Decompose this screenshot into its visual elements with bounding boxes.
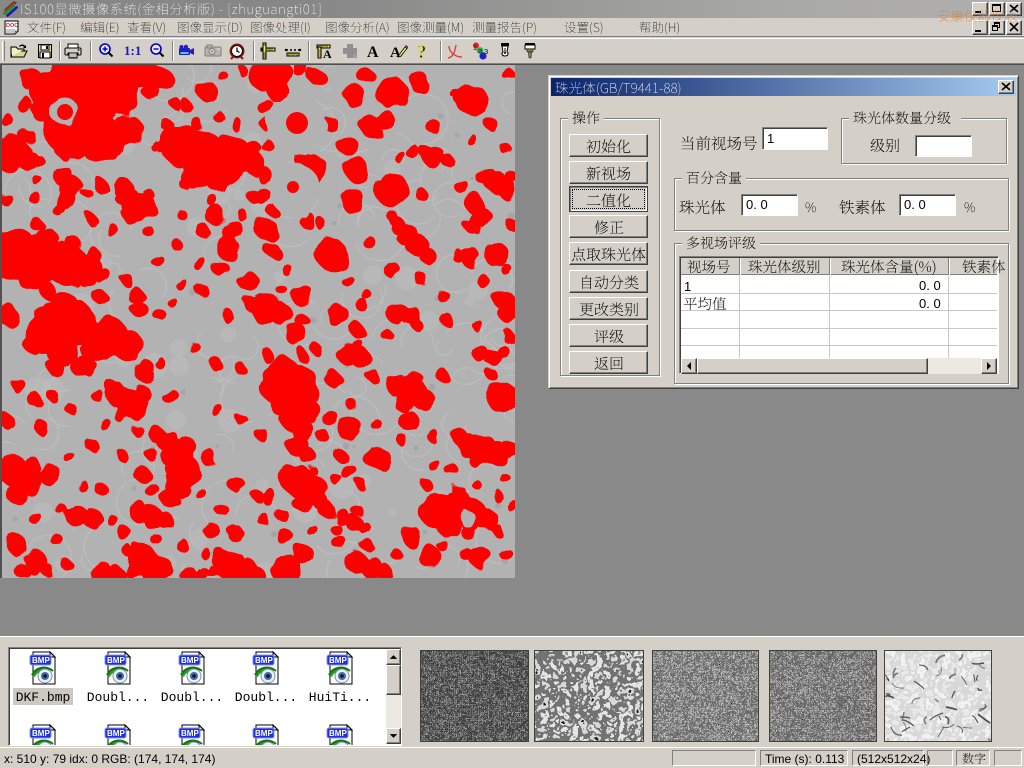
- svg-text:A: A: [367, 44, 379, 60]
- svg-text:BMP: BMP: [181, 729, 199, 738]
- svg-text:BMP: BMP: [32, 656, 50, 665]
- svg-text:a: a: [478, 48, 482, 55]
- svg-text:?: ?: [417, 42, 427, 60]
- svg-text:A: A: [323, 47, 332, 60]
- svg-text:A: A: [390, 45, 401, 60]
- svg-text:BMP: BMP: [32, 729, 50, 738]
- svg-text:BMP: BMP: [329, 729, 347, 738]
- svg-text:DOC: DOC: [6, 23, 18, 29]
- svg-text:3: 3: [484, 47, 488, 56]
- svg-text:BMP: BMP: [181, 656, 199, 665]
- svg-text:1:1: 1:1: [124, 43, 141, 58]
- svg-text:BMP: BMP: [255, 656, 273, 665]
- svg-text:BMP: BMP: [107, 656, 125, 665]
- svg-text:BMP: BMP: [107, 729, 125, 738]
- svg-text:BMP: BMP: [329, 656, 347, 665]
- svg-text:BMP: BMP: [255, 729, 273, 738]
- svg-text:1: 1: [473, 45, 477, 52]
